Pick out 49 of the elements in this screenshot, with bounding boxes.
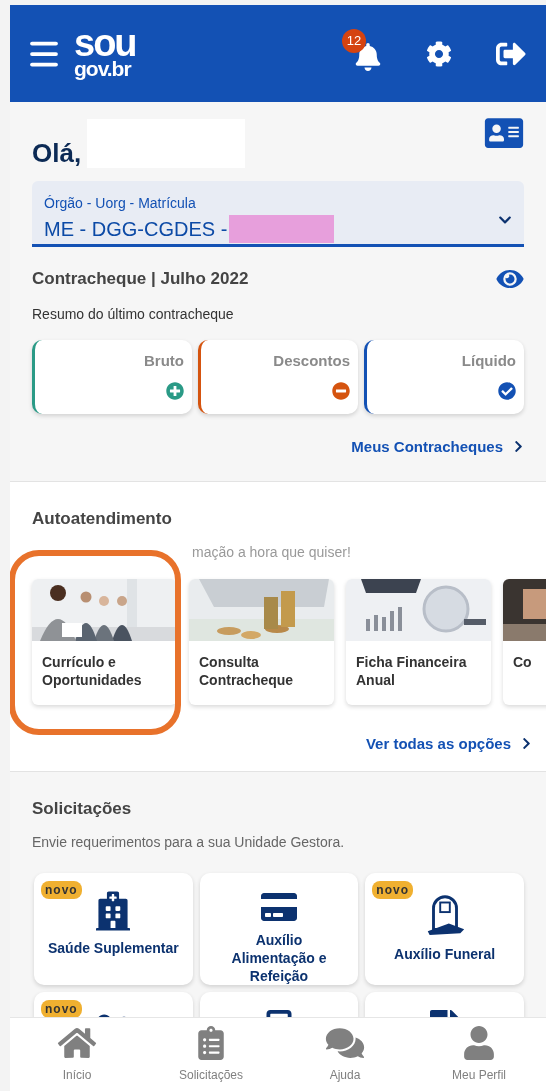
request-card[interactable]: novo Auxílio Funeral	[365, 872, 524, 985]
request-label: Auxílio Alimentação e Refeição	[230, 930, 328, 985]
home-icon	[57, 1026, 97, 1060]
all-options-link[interactable]: Ver todas as opções	[365, 732, 532, 755]
request-card[interactable]: Auxílio Alimentação e Refeição	[199, 872, 359, 985]
hospital-icon	[96, 890, 131, 931]
payslips-link[interactable]: Meus Contracheques	[351, 435, 524, 458]
section-subtitle: Envie requerimentos para a sua Unidade Gestora.	[32, 832, 346, 852]
chevron-right-icon	[521, 737, 532, 751]
payslip-title: Contracheque | Julho 2022	[32, 268, 249, 290]
logo-bottom: gov.br	[74, 57, 133, 80]
field-value: ME - DGG-CGDES -	[44, 217, 228, 242]
service-card-title: Currículo e Oportunidades	[41, 652, 143, 689]
new-badge: novo	[41, 880, 82, 899]
id-card-icon[interactable]	[484, 116, 524, 150]
chevron-right-icon	[513, 440, 524, 454]
service-card[interactable]: Consulta Contracheque	[189, 578, 334, 705]
request-label: Saúde Suplementar	[46, 938, 180, 957]
new-badge: novo	[372, 880, 413, 899]
clipboard-icon	[196, 1026, 226, 1060]
summary-label: Líquido	[461, 350, 516, 371]
summary-label: Bruto	[144, 350, 184, 371]
service-card[interactable]: Ficha Financeira Anual	[346, 578, 491, 705]
user-icon	[463, 1026, 495, 1060]
organization-select[interactable]: Órgão - Uorg - Matrícula ME - DGG-CGDES -	[32, 181, 524, 247]
nav-tab[interactable]: Meu Perfil	[412, 1018, 546, 1091]
new-badge: novo	[41, 999, 82, 1017]
section-title: Autoatendimento	[32, 508, 173, 530]
nav-tab[interactable]: Solicitações	[144, 1018, 278, 1091]
request-card[interactable]: novo	[34, 991, 193, 1017]
summary-label: Descontos	[273, 350, 350, 371]
section-subtitle: mação a hora que quiser!	[192, 542, 351, 562]
service-card[interactable]: Co	[503, 578, 546, 705]
service-card-title: Ficha Financeira Anual	[355, 652, 468, 689]
request-card[interactable]: novo Saúde Suplementar	[34, 872, 193, 985]
logo-top: sou	[74, 27, 136, 58]
settings-icon[interactable]	[426, 40, 452, 67]
nav-tab[interactable]: Início	[10, 1018, 144, 1091]
service-card-title: Co	[512, 652, 533, 671]
service-card[interactable]: Currículo e Oportunidades	[32, 578, 177, 705]
field-label: Órgão - Uorg - Matrícula	[44, 194, 197, 213]
chat-icon	[324, 1026, 366, 1060]
request-label: Auxílio Funeral	[393, 944, 497, 963]
nav-tab[interactable]: Ajuda	[278, 1018, 412, 1091]
greeting: Olá,	[32, 137, 82, 170]
payslip-subtitle: Resumo do último contracheque	[32, 304, 235, 324]
section-title: Solicitações	[32, 798, 133, 820]
service-card-title: Consulta Contracheque	[198, 652, 295, 689]
notification-count: 12	[342, 28, 366, 53]
